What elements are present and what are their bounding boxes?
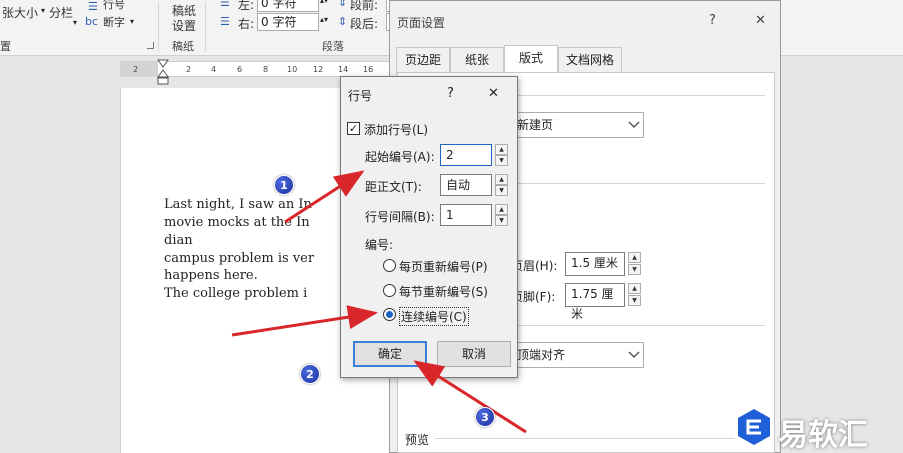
- watermark-text: 易软汇: [778, 418, 868, 453]
- step-badge-2: 2: [300, 364, 320, 384]
- watermark-logo-icon: [738, 409, 770, 445]
- arrow-to-start-at: [284, 170, 365, 224]
- arrow-to-ok: [413, 360, 527, 434]
- step-badge-3: 3: [475, 407, 495, 427]
- annotation-arrows: [231, 170, 527, 434]
- arrow-to-continuous: [231, 305, 378, 337]
- step-badge-1: 1: [274, 175, 294, 195]
